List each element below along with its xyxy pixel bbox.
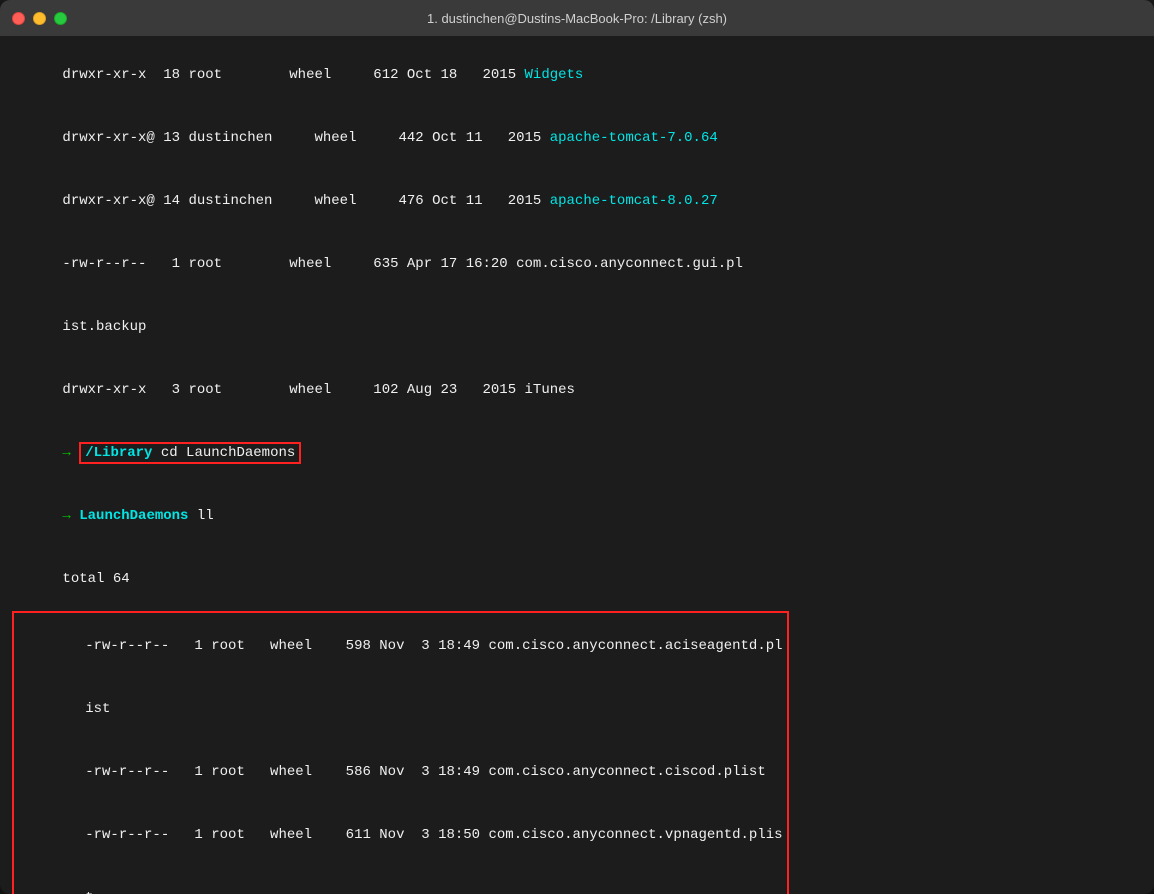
terminal-window: 1. dustinchen@Dustins-MacBook-Pro: /Libr… xyxy=(0,0,1154,894)
traffic-lights xyxy=(12,12,67,25)
title-bar: 1. dustinchen@Dustins-MacBook-Pro: /Libr… xyxy=(0,0,1154,36)
prompt-ll: → LaunchDaemons ll xyxy=(12,485,1142,548)
close-button[interactable] xyxy=(12,12,25,25)
cisco-highlight-box: -rw-r--r-- 1 root wheel 598 Nov 3 18:49 … xyxy=(12,611,789,894)
ls-row-itunes: drwxr-xr-x 3 root wheel 102 Aug 23 2015 … xyxy=(12,359,1142,422)
ls-row-cisco-gui-2: ist.backup xyxy=(12,296,1142,359)
minimize-button[interactable] xyxy=(33,12,46,25)
window-title: 1. dustinchen@Dustins-MacBook-Pro: /Libr… xyxy=(427,11,727,26)
ls-row-vpnagentd-2: t xyxy=(18,867,783,894)
ls-row-cisco-gui: -rw-r--r-- 1 root wheel 635 Apr 17 16:20… xyxy=(12,233,1142,296)
ls-row-tomcat8: drwxr-xr-x@ 14 dustinchen wheel 476 Oct … xyxy=(12,170,1142,233)
total-line: total 64 xyxy=(12,548,1142,611)
ls-row-tomcat7: drwxr-xr-x@ 13 dustinchen wheel 442 Oct … xyxy=(12,107,1142,170)
terminal-body[interactable]: drwxr-xr-x 18 root wheel 612 Oct 18 2015… xyxy=(0,36,1154,894)
ls-row-ciscod: -rw-r--r-- 1 root wheel 586 Nov 3 18:49 … xyxy=(18,741,783,804)
prompt-cd-launchdaemons: → /Library cd LaunchDaemons xyxy=(12,422,1142,485)
ls-row-vpnagentd: -rw-r--r-- 1 root wheel 611 Nov 3 18:50 … xyxy=(18,804,783,867)
ls-row-widgets: drwxr-xr-x 18 root wheel 612 Oct 18 2015… xyxy=(12,44,1142,107)
maximize-button[interactable] xyxy=(54,12,67,25)
ls-row-aciseagentd: -rw-r--r-- 1 root wheel 598 Nov 3 18:49 … xyxy=(18,615,783,678)
ls-row-aciseagentd-2: ist xyxy=(18,678,783,741)
